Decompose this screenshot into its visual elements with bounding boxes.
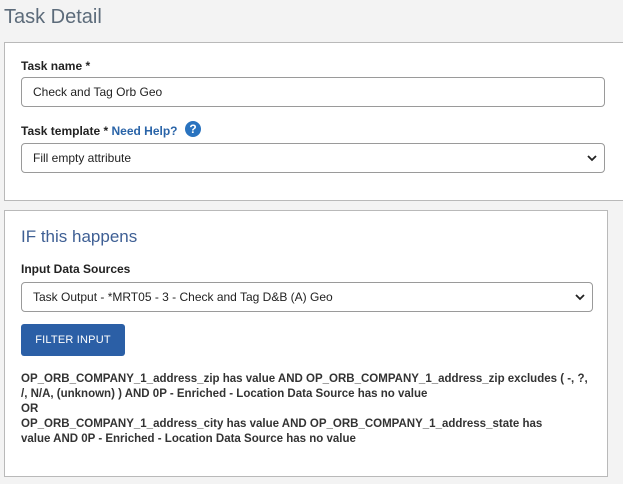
filter-input-button[interactable]: FILTER INPUT [21,324,125,356]
task-name-input[interactable]: Check and Tag Orb Geo [21,77,605,107]
input-data-sources-label: Input Data Sources [21,262,131,276]
question-circle-icon[interactable]: ? [185,121,201,137]
input-data-sources-value: Task Output - *MRT05 - 3 - Check and Tag… [33,290,333,304]
page-title: Task Detail [4,6,102,28]
condition-line: /, N/A, (unknown) ) AND 0P - Enriched - … [21,388,428,400]
task-template-label: Task template * Need Help? [21,124,178,138]
condition-panel: IF this happens Input Data Sources Task … [4,210,608,477]
condition-line: OP_ORB_COMPANY_1_address_zip has value A… [21,373,588,385]
task-name-label: Task name * [21,59,91,73]
need-help-link[interactable]: Need Help? [112,124,178,138]
condition-line: OP_ORB_COMPANY_1_address_city has value … [21,418,543,430]
section-title: IF this happens [21,227,138,246]
task-template-value: Fill empty attribute [33,151,132,165]
condition-line: value AND 0P - Enriched - Location Data … [21,433,356,445]
chevron-down-icon [587,155,597,162]
task-template-label-text: Task template * [21,124,109,138]
task-panel: Task name * Check and Tag Orb Geo Task t… [4,42,623,201]
condition-or: OR [21,403,39,415]
task-template-select[interactable]: Fill empty attribute [21,143,605,173]
chevron-down-icon [575,294,585,301]
input-data-sources-select[interactable]: Task Output - *MRT05 - 3 - Check and Tag… [21,282,593,312]
